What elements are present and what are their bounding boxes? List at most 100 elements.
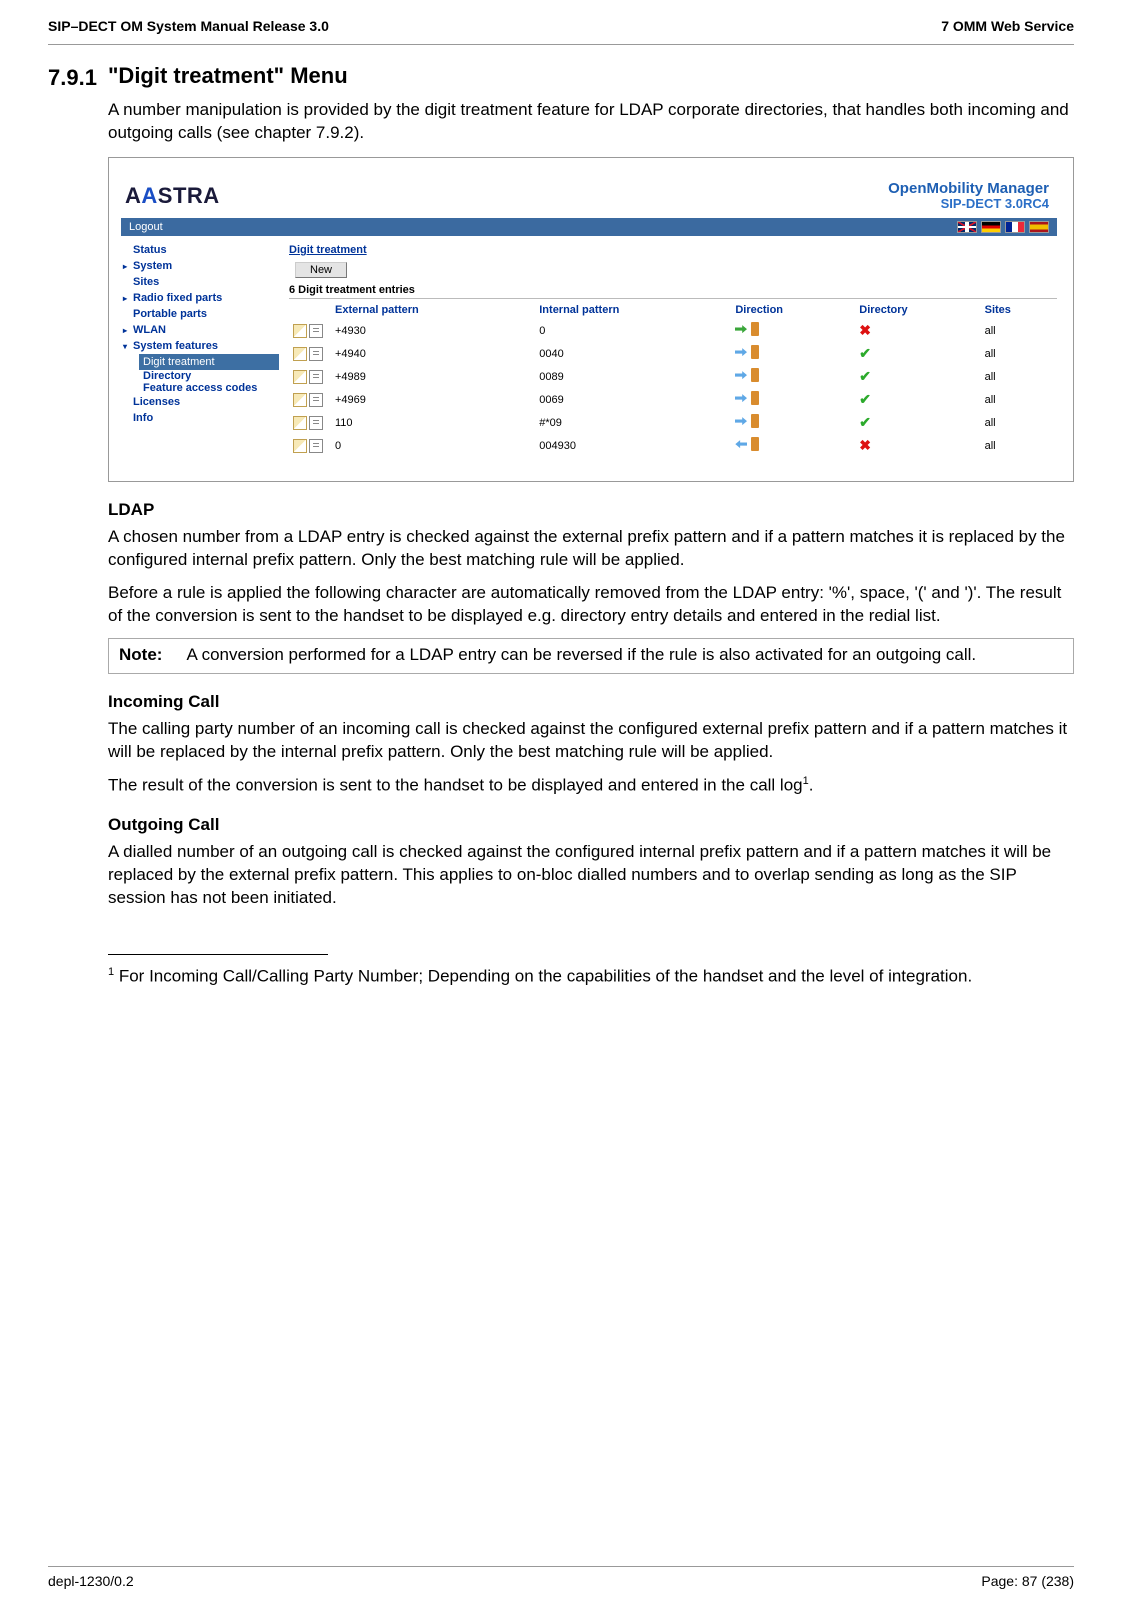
delete-icon[interactable] — [309, 347, 323, 361]
omm-screenshot: AASTRA OpenMobility Manager SIP-DECT 3.0… — [108, 157, 1074, 482]
nav-wlan[interactable]: WLAN — [121, 322, 279, 338]
table-title: 6 Digit treatment entries — [289, 284, 1057, 299]
cell-internal: 0089 — [535, 365, 731, 388]
cell-direction — [731, 388, 855, 411]
delete-icon[interactable] — [309, 324, 323, 338]
cell-sites: all — [981, 411, 1057, 434]
cell-sites: all — [981, 319, 1057, 342]
logo-part: STRA — [158, 183, 220, 208]
incoming-p2: The result of the conversion is sent to … — [108, 774, 1074, 798]
logo-part: A — [125, 183, 141, 208]
page-header: SIP–DECT OM System Manual Release 3.0 7 … — [48, 18, 1074, 45]
delete-icon[interactable] — [309, 416, 323, 430]
cell-sites: all — [981, 388, 1057, 411]
breadcrumb[interactable]: Digit treatment — [289, 242, 1057, 262]
check-icon: ✔ — [859, 345, 871, 361]
outgoing-p: A dialled number of an outgoing call is … — [108, 841, 1074, 910]
language-flags — [957, 221, 1049, 233]
nav-status[interactable]: Status — [121, 242, 279, 258]
new-button[interactable]: New — [295, 262, 347, 278]
edit-icon[interactable] — [293, 370, 307, 384]
edit-icon[interactable] — [293, 416, 307, 430]
edit-icon[interactable] — [293, 347, 307, 361]
footnote-text: For Incoming Call/Calling Party Number; … — [114, 967, 972, 986]
cell-directory: ✖ — [855, 319, 980, 342]
footer-right: Page: 87 (238) — [981, 1573, 1074, 1589]
footnote: 1 For Incoming Call/Calling Party Number… — [108, 965, 1074, 989]
cell-internal: 0 — [535, 319, 731, 342]
cell-sites: all — [981, 434, 1057, 457]
incoming-heading: Incoming Call — [108, 692, 1074, 712]
nav-directory[interactable]: Directory — [121, 370, 279, 382]
direction-icon — [735, 391, 759, 405]
delete-icon[interactable] — [309, 370, 323, 384]
nav-sites[interactable]: Sites — [121, 274, 279, 290]
brand-logo: AASTRA — [125, 183, 220, 209]
cell-sites: all — [981, 342, 1057, 365]
cell-sites: all — [981, 365, 1057, 388]
flag-de-icon[interactable] — [981, 221, 1001, 233]
cell-directory: ✖ — [855, 434, 980, 457]
cell-direction — [731, 365, 855, 388]
cell-external: +4969 — [331, 388, 535, 411]
check-icon: ✔ — [859, 391, 871, 407]
cell-external: +4989 — [331, 365, 535, 388]
cell-directory: ✔ — [855, 411, 980, 434]
cell-internal: #*09 — [535, 411, 731, 434]
nav-fac[interactable]: Feature access codes — [121, 382, 279, 394]
ldap-p1: A chosen number from a LDAP entry is che… — [108, 526, 1074, 572]
flag-uk-icon[interactable] — [957, 221, 977, 233]
logout-link[interactable]: Logout — [129, 221, 163, 233]
col-direction: Direction — [731, 301, 855, 319]
cell-internal: 0069 — [535, 388, 731, 411]
check-icon: ✔ — [859, 368, 871, 384]
direction-icon — [735, 414, 759, 428]
app-subtitle: SIP-DECT 3.0RC4 — [888, 197, 1049, 212]
note-label: Note: — [119, 645, 162, 665]
edit-icon[interactable] — [293, 393, 307, 407]
intro-paragraph: A number manipulation is provided by the… — [108, 99, 1074, 145]
footer-left: depl-1230/0.2 — [48, 1573, 134, 1589]
section-title: "Digit treatment" Menu — [108, 63, 1074, 89]
cell-internal: 004930 — [535, 434, 731, 457]
delete-icon[interactable] — [309, 393, 323, 407]
incoming-p1: The calling party number of an incoming … — [108, 718, 1074, 764]
cell-directory: ✔ — [855, 365, 980, 388]
section-number: 7.9.1 — [48, 65, 97, 91]
cell-external: 0 — [331, 434, 535, 457]
header-right: 7 OMM Web Service — [941, 18, 1074, 34]
header-left: SIP–DECT OM System Manual Release 3.0 — [48, 18, 329, 34]
direction-icon — [735, 322, 759, 336]
direction-icon — [735, 368, 759, 382]
outgoing-heading: Outgoing Call — [108, 815, 1074, 835]
cell-direction — [731, 342, 855, 365]
edit-icon[interactable] — [293, 439, 307, 453]
page-footer: depl-1230/0.2 Page: 87 (238) — [48, 1566, 1074, 1589]
col-external: External pattern — [331, 301, 535, 319]
footnote-rule — [108, 954, 328, 955]
incoming-p2a: The result of the conversion is sent to … — [108, 775, 803, 794]
edit-icon[interactable] — [293, 324, 307, 338]
nav-sysfeat[interactable]: System features — [121, 338, 279, 354]
note-box: Note: A conversion performed for a LDAP … — [108, 638, 1074, 674]
table-row: +49300 ✖all — [289, 319, 1057, 342]
note-text: A conversion performed for a LDAP entry … — [186, 645, 976, 665]
cell-direction — [731, 411, 855, 434]
nav-info[interactable]: Info — [121, 410, 279, 426]
delete-icon[interactable] — [309, 439, 323, 453]
nav-pp[interactable]: Portable parts — [121, 306, 279, 322]
table-row: +49690069 ✔ all — [289, 388, 1057, 411]
flag-es-icon[interactable] — [1029, 221, 1049, 233]
nav-system[interactable]: System — [121, 258, 279, 274]
cell-direction — [731, 434, 855, 457]
x-icon: ✖ — [859, 437, 871, 453]
flag-fr-icon[interactable] — [1005, 221, 1025, 233]
nav-rfp[interactable]: Radio fixed parts — [121, 290, 279, 306]
nav-licenses[interactable]: Licenses — [121, 394, 279, 410]
ldap-p2: Before a rule is applied the following c… — [108, 582, 1074, 628]
cell-external: 110 — [331, 411, 535, 434]
cell-directory: ✔ — [855, 342, 980, 365]
nav-digit-treatment[interactable]: Digit treatment — [139, 354, 279, 370]
cell-external: +4930 — [331, 319, 535, 342]
app-title: OpenMobility Manager — [888, 180, 1049, 197]
